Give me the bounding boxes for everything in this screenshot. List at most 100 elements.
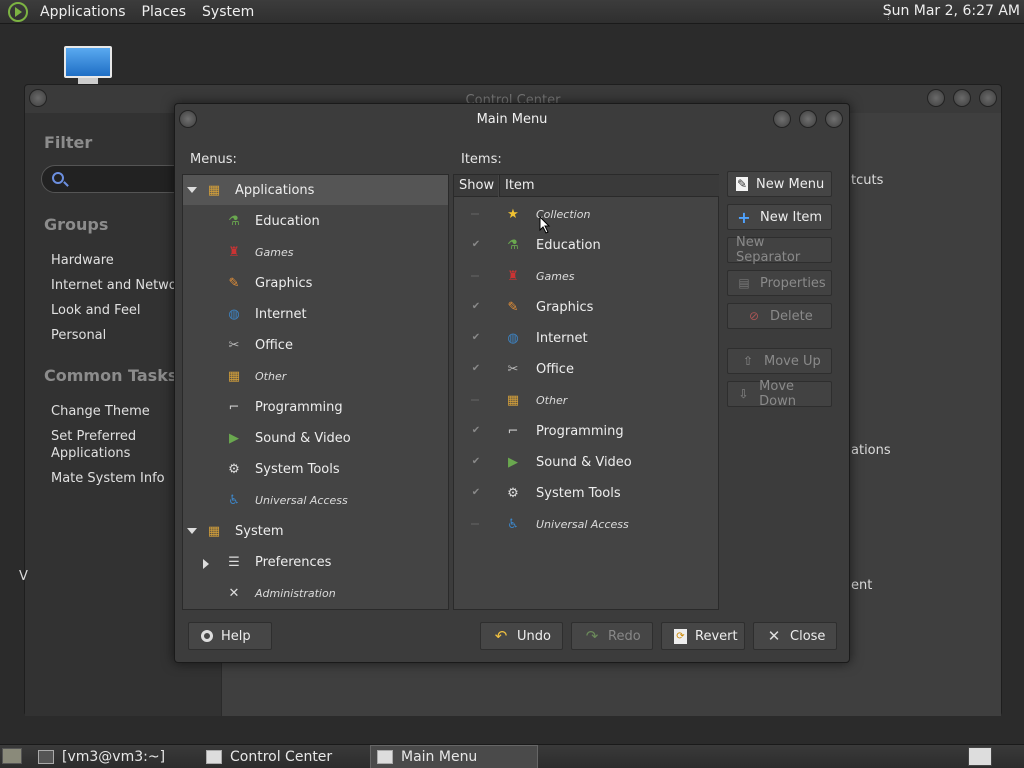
menu-tree-item[interactable]: ▦ Applications (183, 175, 448, 205)
new-menu-button[interactable]: ✎ New Menu (727, 171, 832, 197)
item-row[interactable]: ✔ ▶ Sound & Video (454, 447, 718, 477)
revert-button[interactable]: ⟳ Revert (661, 622, 745, 650)
window-menu-button[interactable] (29, 89, 47, 107)
taskbar-item-terminal[interactable]: [vm3@vm3:~] (32, 745, 194, 768)
show-checkbox-checked[interactable]: ✔ (471, 333, 481, 343)
show-desktop-icon[interactable] (2, 748, 22, 764)
group-look-and-feel[interactable]: Look and Feel (51, 302, 141, 319)
show-checkbox-unchecked[interactable] (471, 275, 479, 277)
computer-desktop-icon[interactable] (64, 46, 112, 86)
expander-closed-icon[interactable] (203, 559, 209, 569)
new-menu-label: New Menu (756, 176, 825, 192)
show-checkbox-checked[interactable]: ✔ (471, 457, 481, 467)
clock[interactable]: Sun Mar 2, 6:27 AM (883, 3, 1020, 19)
show-checkbox-unchecked[interactable] (471, 213, 479, 215)
partial-label: tcuts (851, 173, 884, 188)
menu-tree-item[interactable]: ☰ Preferences (183, 547, 448, 577)
menu-tree-label: System Tools (255, 461, 340, 477)
system-menu[interactable]: System (194, 4, 262, 20)
menu-tree-item[interactable]: ⌐ Programming (183, 392, 448, 422)
group-hardware[interactable]: Hardware (51, 252, 114, 269)
menu-tree-item[interactable]: ▦ System (183, 516, 448, 546)
task-change-theme[interactable]: Change Theme (51, 403, 150, 420)
item-label: Other (536, 393, 568, 407)
menu-tree-label: Other (255, 369, 287, 383)
taskbar-item-main-menu[interactable]: Main Menu (370, 745, 538, 768)
help-button[interactable]: Help (188, 622, 272, 650)
revert-label: Revert (695, 628, 738, 644)
task-preferred-apps[interactable]: Set Preferred Applications (51, 428, 136, 462)
show-checkbox-checked[interactable]: ✔ (471, 488, 481, 498)
expander-open-icon[interactable] (187, 528, 197, 534)
minimize-button[interactable] (927, 89, 945, 107)
item-row[interactable]: ✔ ✂ Office (454, 354, 718, 384)
show-checkbox-checked[interactable]: ✔ (471, 240, 481, 250)
main-menu-dialog: Main Menu Menus: Items: ▦ Applications ⚗ Ed… (174, 103, 850, 663)
item-row[interactable]: ★ Collection (454, 199, 718, 229)
menu-tree-item[interactable]: ✎ Graphics (183, 268, 448, 298)
item-row[interactable]: ✔ ⚙ System Tools (454, 478, 718, 508)
menu-tree-item[interactable]: ◍ Internet (183, 299, 448, 329)
undo-label: Undo (517, 628, 551, 644)
items-list[interactable]: Show Item ★ Collection ✔ ⚗ Education ♜ Games ✔ ✎… (453, 174, 719, 610)
menu-tree-item[interactable]: ♿ Universal Access (183, 485, 448, 515)
close-window-button[interactable] (825, 110, 843, 128)
show-checkbox-checked[interactable]: ✔ (471, 426, 481, 436)
maximize-button[interactable] (953, 89, 971, 107)
menu-tree-item[interactable]: ♜ Games (183, 237, 448, 267)
show-checkbox-unchecked[interactable] (471, 523, 479, 525)
maximize-button[interactable] (799, 110, 817, 128)
group-personal[interactable]: Personal (51, 327, 106, 344)
system-icon: ▦ (207, 523, 221, 539)
undo-button[interactable]: ↶ Undo (480, 622, 563, 650)
item-row[interactable]: ✔ ✎ Graphics (454, 292, 718, 322)
menu-tree-item[interactable]: ⚙ System Tools (183, 454, 448, 484)
places-menu[interactable]: Places (134, 4, 195, 20)
move-down-button[interactable]: ⇩ Move Down (727, 379, 832, 409)
menu-tree-item[interactable]: ✕ Administration (183, 578, 448, 608)
trash-icon[interactable] (968, 747, 992, 766)
item-row[interactable]: ♜ Games (454, 261, 718, 291)
new-separator-button[interactable]: New Separator (727, 235, 832, 265)
mate-logo-icon[interactable] (8, 1, 28, 22)
show-checkbox-checked[interactable]: ✔ (471, 302, 481, 312)
menu-tree-item[interactable]: ▶ Sound & Video (183, 423, 448, 453)
properties-label: Properties (760, 275, 826, 291)
menu-tree-item[interactable]: ⚗ Education (183, 206, 448, 236)
menu-tree-item[interactable]: ✂ Office (183, 330, 448, 360)
menu-tree-label: Sound & Video (255, 430, 351, 446)
move-down-label: Move Down (759, 379, 796, 409)
item-row[interactable]: ✔ ⌐ Programming (454, 416, 718, 446)
properties-button[interactable]: ▤ Properties (727, 270, 832, 296)
window-menu-button[interactable] (179, 110, 197, 128)
menu-tree-label: Administration (255, 586, 336, 600)
item-row[interactable]: ♿ Universal Access (454, 509, 718, 539)
item-row[interactable]: ✔ ◍ Internet (454, 323, 718, 353)
partial-label: ent (851, 578, 873, 593)
show-checkbox-checked[interactable]: ✔ (471, 364, 481, 374)
task-system-info[interactable]: Mate System Info (51, 470, 165, 487)
new-item-button[interactable]: + New Item (727, 204, 832, 230)
redo-button[interactable]: ↷ Redo (571, 622, 653, 650)
item-row[interactable]: ▦ Other (454, 385, 718, 415)
show-checkbox-unchecked[interactable] (471, 399, 479, 401)
applications-menu[interactable]: Applications (32, 4, 134, 20)
item-column-header[interactable]: Item (499, 175, 719, 197)
menus-tree[interactable]: ▦ Applications ⚗ Education ♜ Games ✎ Graphics ◍ I… (182, 174, 449, 610)
taskbar-item-control-center[interactable]: Control Center (200, 745, 366, 768)
group-internet[interactable]: Internet and Networ (51, 277, 182, 294)
system-tools-icon: ⚙ (507, 485, 519, 501)
delete-button[interactable]: ⊘ Delete (727, 303, 832, 329)
move-up-button[interactable]: ⇧ Move Up (727, 348, 832, 374)
universal-access-icon: ♿ (228, 492, 240, 508)
expander-open-icon[interactable] (187, 187, 197, 193)
top-panel: Applications Places System Sun Mar 2, 6:… (0, 0, 1024, 24)
close-button[interactable] (979, 89, 997, 107)
close-button[interactable]: ✕ Close (753, 622, 837, 650)
menu-tree-item[interactable]: ▦ Other (183, 361, 448, 391)
monitor-icon (64, 46, 112, 78)
education-icon: ⚗ (507, 237, 519, 253)
minimize-button[interactable] (773, 110, 791, 128)
item-row[interactable]: ✔ ⚗ Education (454, 230, 718, 260)
show-column-header[interactable]: Show (454, 175, 498, 197)
